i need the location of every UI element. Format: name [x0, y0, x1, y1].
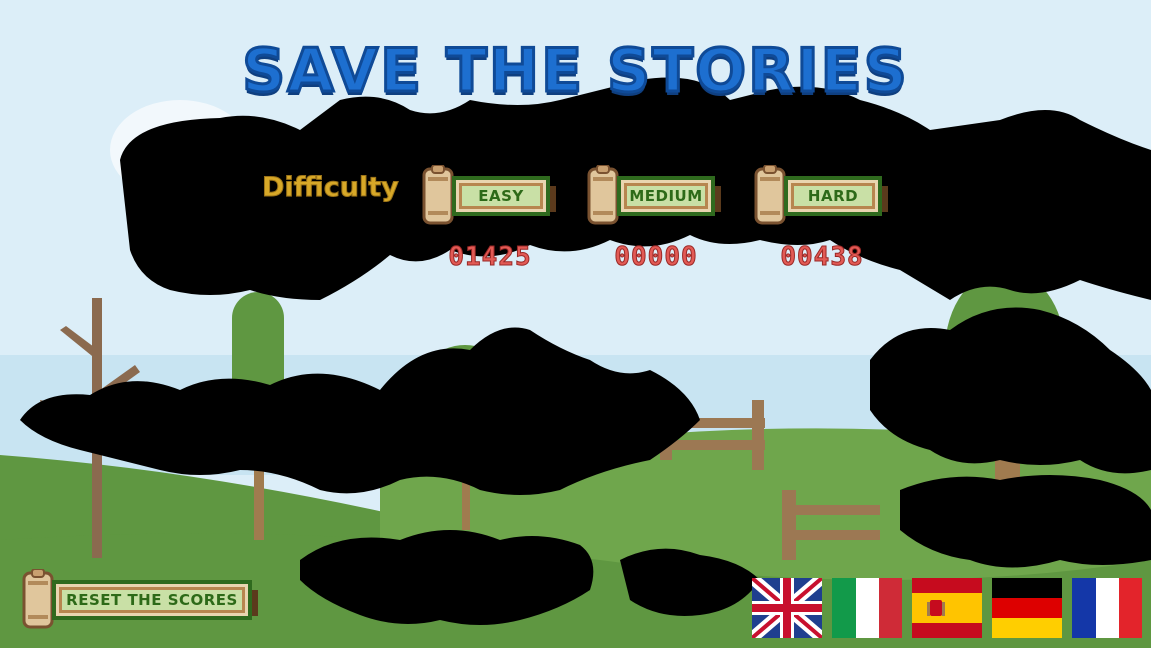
reset-plank: RESET THE SCORES [52, 580, 258, 620]
hard-button[interactable]: HARD [752, 164, 888, 227]
hard-score: 00438 [780, 242, 864, 273]
french-flag-icon[interactable] [1072, 578, 1142, 638]
easy-plank: EASY [452, 176, 556, 216]
medium-button[interactable]: MEDIUM [585, 164, 721, 227]
medium-score: 00000 [614, 242, 698, 273]
reset-scores-button[interactable]: RESET THE SCORES [20, 568, 258, 631]
hard-plank: HARD [784, 176, 888, 216]
hard-label: HARD [807, 187, 859, 205]
easy-label: EASY [478, 187, 524, 205]
german-flag-icon[interactable] [992, 578, 1062, 638]
easy-score: 01425 [448, 242, 532, 273]
medium-label: MEDIUM [629, 187, 703, 205]
english-flag-icon[interactable] [752, 578, 822, 638]
easy-button[interactable]: EASY [420, 164, 556, 227]
spanish-flag-icon[interactable] [912, 578, 982, 638]
scroll-roll-icon [20, 568, 56, 631]
italian-flag-icon[interactable] [832, 578, 902, 638]
reset-label: RESET THE SCORES [66, 591, 238, 609]
difficulty-label: Difficulty [262, 172, 400, 204]
game-title: SAVE THE STORIES [241, 35, 909, 108]
scroll-roll-icon [585, 164, 621, 227]
medium-plank: MEDIUM [617, 176, 721, 216]
scroll-roll-icon [752, 164, 788, 227]
scroll-roll-icon [420, 164, 456, 227]
